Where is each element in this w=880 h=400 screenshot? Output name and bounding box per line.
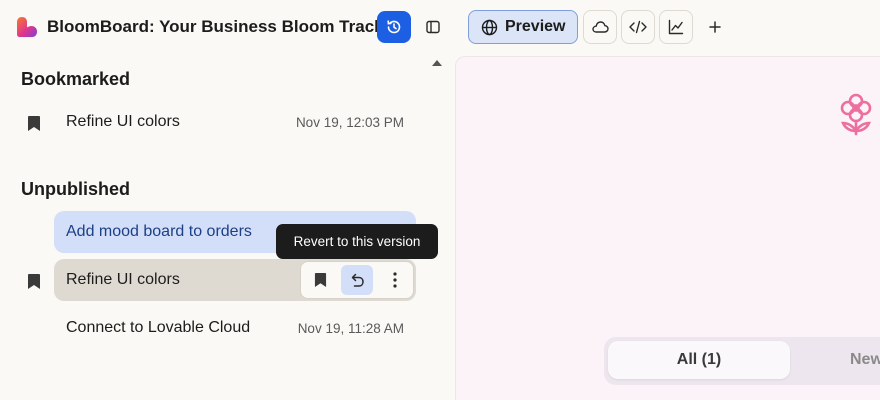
sidebar-toggle-icon [426, 20, 440, 34]
globe-icon [481, 19, 498, 35]
history-icon [387, 20, 401, 34]
version-date: Nov 19, 12:03 PM [295, 115, 404, 130]
row-actions [300, 261, 414, 299]
bookmark-version-button[interactable] [304, 265, 336, 295]
add-button[interactable] [703, 14, 727, 40]
app-title: BloomBoard: Your Business Bloom Tracker [47, 17, 400, 36]
version-label: Connect to Lovable Cloud [66, 319, 251, 336]
version-label: Refine UI colors [66, 271, 180, 288]
revert-version-button[interactable] [341, 265, 373, 295]
bookmarked-heading: Bookmarked [21, 69, 131, 89]
bookmark-icon [314, 273, 326, 287]
top-bar: BloomBoard: Your Business Bloom Tracker … [0, 0, 880, 54]
unpublished-heading: Unpublished [21, 179, 130, 199]
app-logo-icon[interactable] [16, 16, 38, 38]
analytics-button[interactable] [659, 10, 693, 44]
preview-label: Preview [505, 18, 566, 35]
scroll-up-arrow-icon[interactable] [432, 60, 442, 66]
version-date: Nov 19, 11:28 AM [297, 321, 404, 336]
preview-button[interactable]: Preview [468, 10, 578, 44]
version-row-hovered[interactable]: Refine UI colors [54, 259, 416, 301]
code-icon [629, 20, 647, 34]
version-row[interactable]: Connect to Lovable Cloud Nov 19, 11:28 A… [54, 307, 416, 349]
filter-tab-new[interactable]: New [850, 341, 880, 379]
analytics-icon [668, 19, 684, 35]
version-label: Add mood board to orders [66, 223, 252, 240]
plus-icon [709, 21, 721, 33]
cloud-button[interactable] [583, 10, 617, 44]
filter-tab-all[interactable]: All (1) [608, 341, 790, 379]
more-vertical-icon [393, 272, 397, 288]
flower-icon [840, 93, 872, 136]
bookmarked-version-row[interactable]: Refine UI colors Nov 19, 12:03 PM [54, 101, 416, 143]
sidebar-toggle-button[interactable] [420, 13, 446, 41]
bookmark-icon[interactable] [27, 273, 41, 290]
code-button[interactable] [621, 10, 655, 44]
cloud-icon [591, 21, 609, 33]
revert-tooltip: Revert to this version [276, 224, 438, 259]
filter-tabs: All (1) New [604, 337, 880, 385]
history-button[interactable] [377, 11, 411, 43]
undo-icon [351, 273, 364, 287]
bookmark-icon[interactable] [27, 115, 41, 132]
preview-pane: All (1) New [455, 56, 880, 400]
more-options-button[interactable] [379, 265, 411, 295]
version-label: Refine UI colors [66, 113, 180, 130]
